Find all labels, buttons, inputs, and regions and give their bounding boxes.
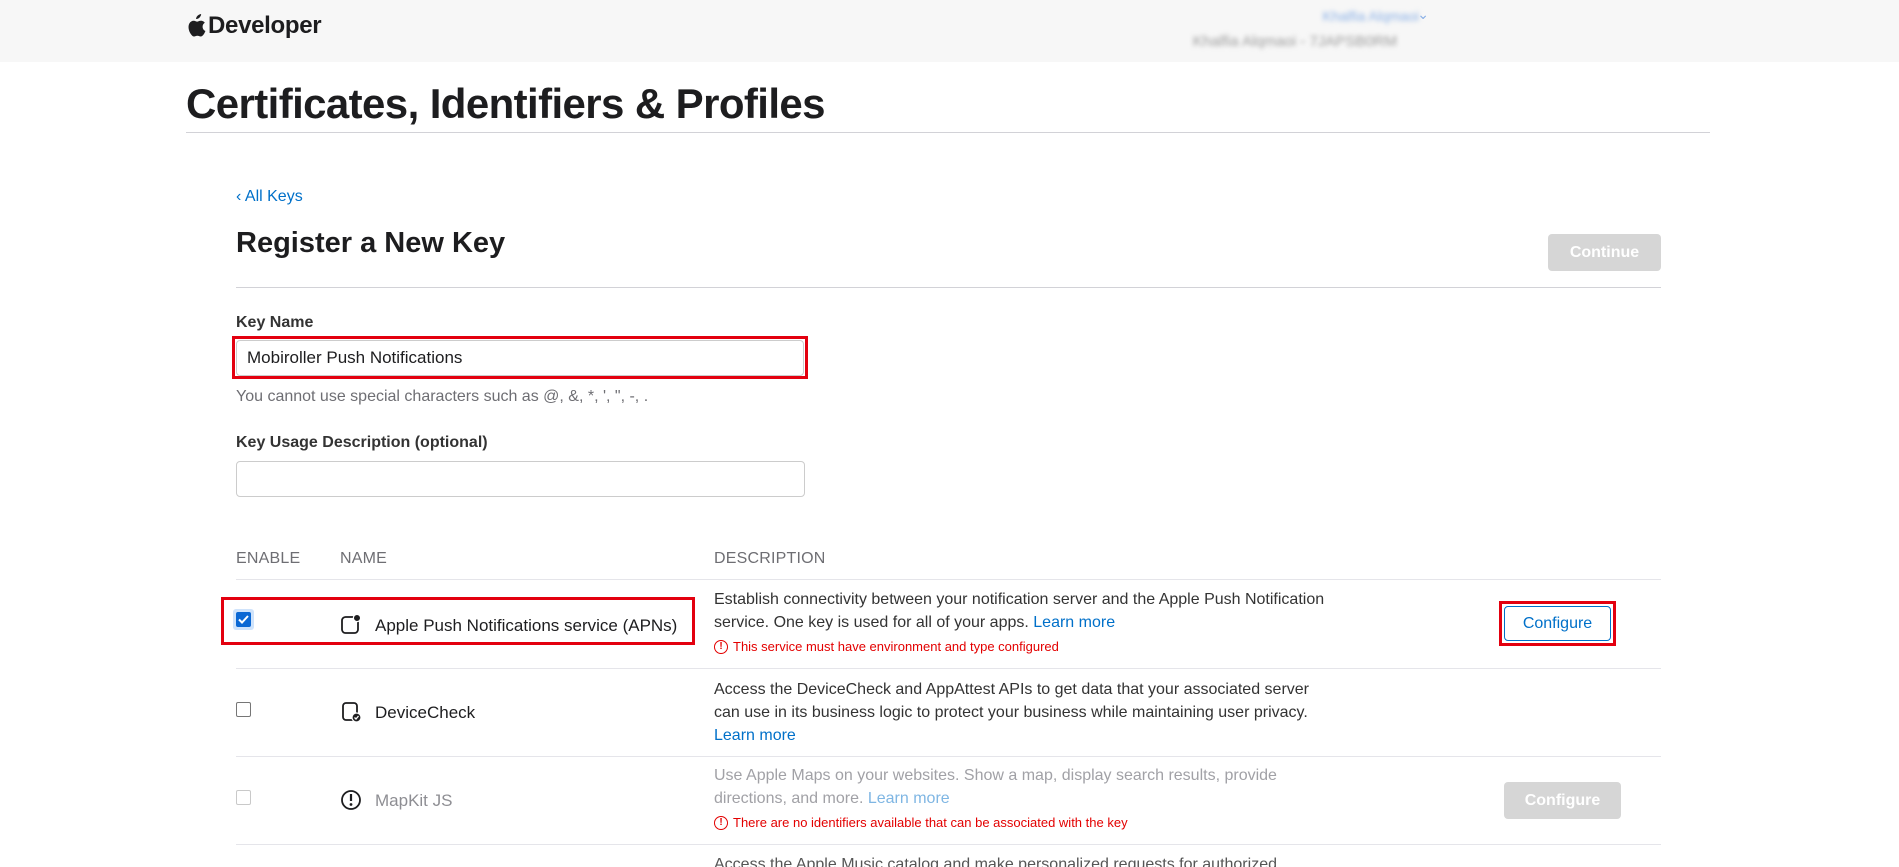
section-divider [236,287,1661,288]
apple-music-description: Access the Apple Music catalog and make … [714,856,1277,867]
key-usage-input[interactable] [236,461,805,497]
apns-row-highlight [221,597,695,645]
devicecheck-service-name: DeviceCheck [375,703,476,722]
title-divider [186,132,1710,133]
mapkit-icon [341,790,361,810]
row-divider [236,756,1661,757]
row-divider [236,844,1661,845]
devicecheck-enable-checkbox[interactable] [236,702,251,717]
chevron-down-icon[interactable]: ⌄ [1417,6,1429,23]
account-team: Khalfia Alqmaoi - 7JAPSB0RM [1192,33,1397,50]
devicecheck-description-text: Access the DeviceCheck and AppAttest API… [714,681,1309,721]
devicecheck-learn-more-link[interactable]: Learn more [714,727,796,744]
table-header-divider [236,579,1661,580]
mapkit-learn-more-link[interactable]: Learn more [868,790,950,807]
mapkit-warning: ! There are no identifiers available tha… [714,815,1128,830]
section-title: Register a New Key [236,227,506,259]
brand-text: Developer [208,12,322,39]
apns-warning-text: This service must have environment and t… [733,639,1059,654]
mapkit-warning-text: There are no identifiers available that … [733,815,1128,830]
device-check-icon [342,702,362,723]
warning-icon: ! [714,815,728,830]
column-header-enable: ENABLE [236,550,301,567]
configure-highlight [1499,601,1616,646]
key-usage-label: Key Usage Description (optional) [236,434,488,451]
mapkit-enable-checkbox[interactable] [236,790,251,805]
account-name[interactable]: Khalfia Alqmaoi [1322,8,1419,24]
warning-icon: ! [714,639,728,654]
global-nav: Developer Khalfia Alqmaoi ⌄ Khalfia Alqm… [0,0,1899,62]
mapkit-service-name: MapKit JS [375,791,453,810]
key-name-highlight [232,336,808,379]
apns-description: Establish connectivity between your noti… [714,588,1334,634]
devicecheck-description: Access the DeviceCheck and AppAttest API… [714,678,1334,747]
key-name-hint: You cannot use special characters such a… [236,388,649,405]
page-title: Certificates, Identifiers & Profiles [186,80,826,127]
apple-logo-icon [188,14,206,37]
column-header-name: NAME [340,550,388,567]
continue-button[interactable]: Continue [1548,234,1661,271]
back-to-all-keys-link[interactable]: ‹ All Keys [236,188,303,206]
key-name-label: Key Name [236,314,314,331]
apns-learn-more-link[interactable]: Learn more [1033,614,1115,631]
mapkit-description-text: Use Apple Maps on your websites. Show a … [714,767,1277,807]
apns-description-text: Establish connectivity between your noti… [714,591,1325,631]
apns-warning: ! This service must have environment and… [714,639,1059,654]
row-divider [236,668,1661,669]
mapkit-configure-button[interactable]: Configure [1504,782,1621,819]
apple-developer-logo[interactable]: Developer [186,12,322,40]
mapkit-description: Use Apple Maps on your websites. Show a … [714,764,1334,810]
column-header-description: DESCRIPTION [714,550,826,567]
